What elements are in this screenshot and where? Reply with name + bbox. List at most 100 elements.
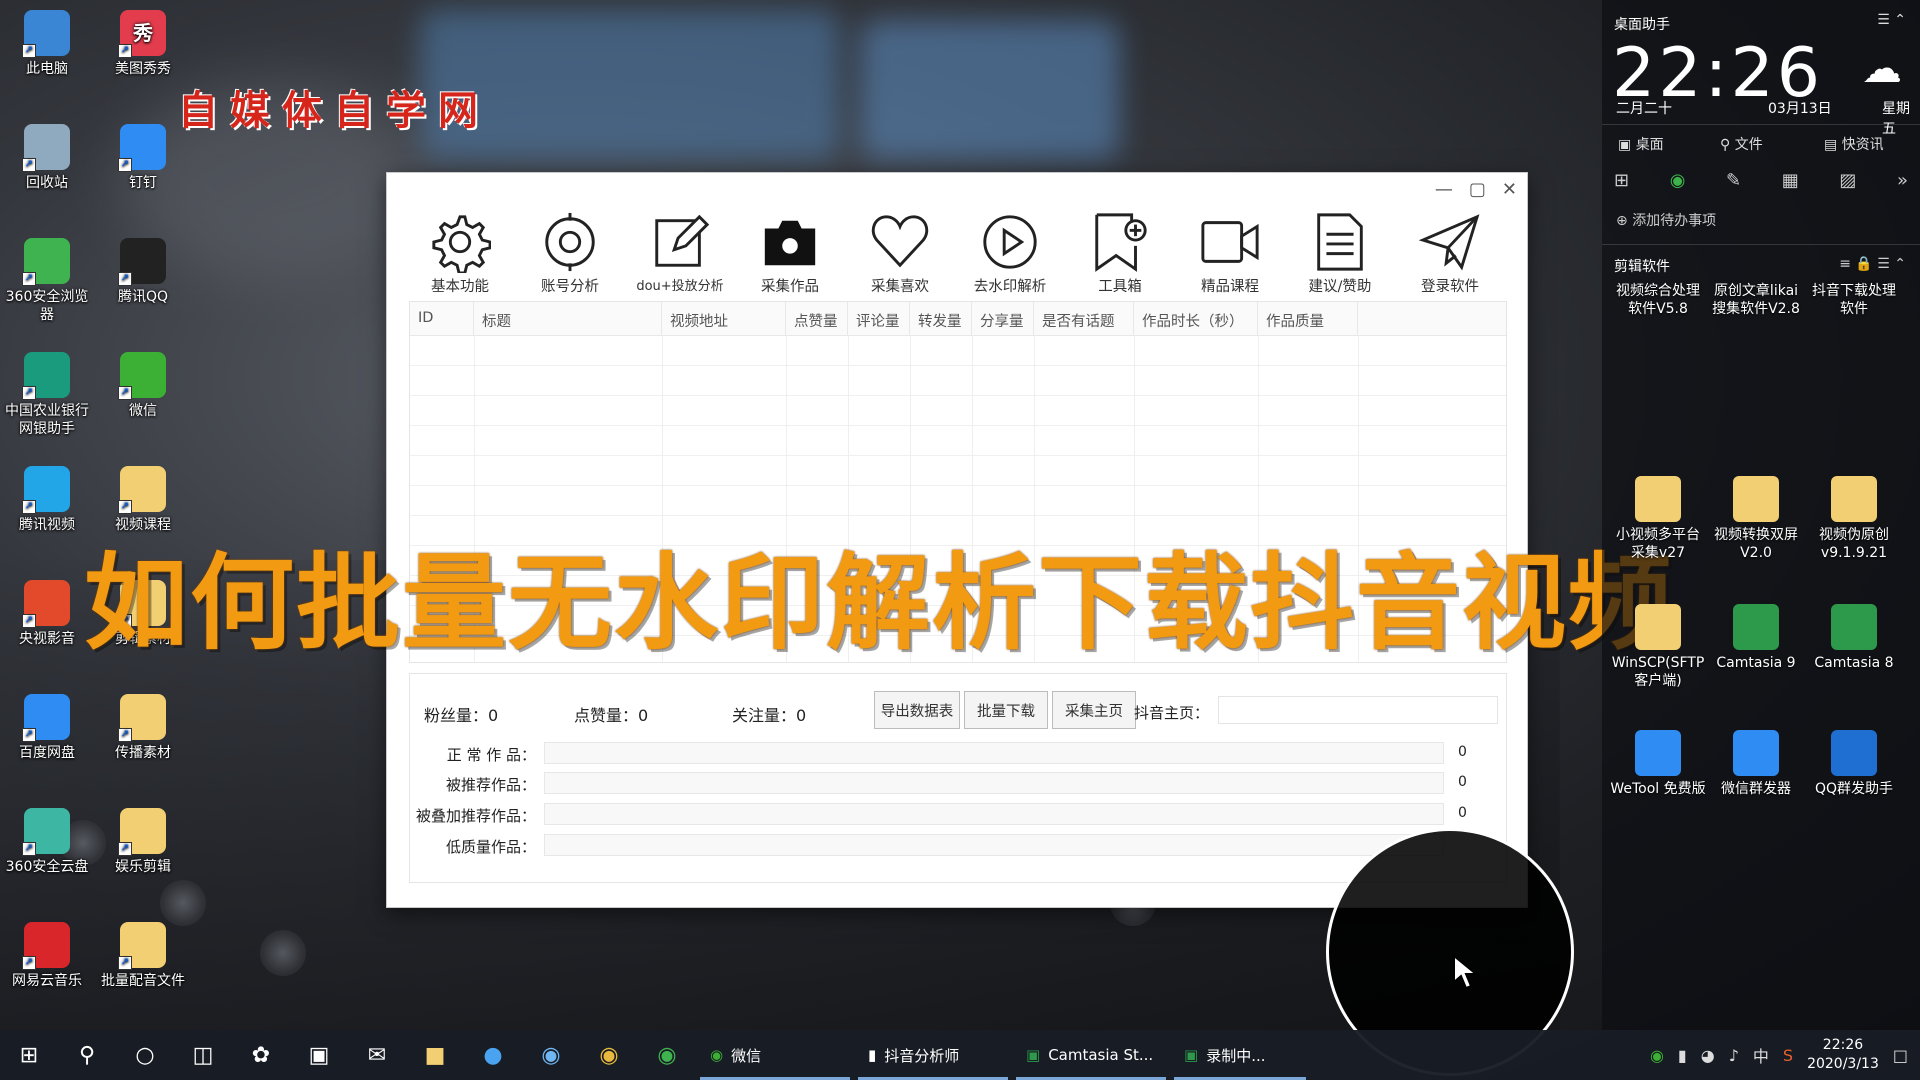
panel-app-11[interactable]: 微信群发器 — [1708, 730, 1804, 798]
col-has-topic[interactable]: 是否有话题 — [1034, 302, 1134, 335]
note-icon[interactable]: ✎ — [1726, 170, 1741, 191]
desktop-icon-8[interactable]: ↗ 微信 — [98, 352, 188, 420]
panel-app-6[interactable]: 视频伪原创v9.1.9.21 — [1806, 476, 1902, 562]
stacked-recommended-bar — [544, 803, 1444, 825]
tray-app-icon[interactable]: ◉ — [1650, 1046, 1664, 1065]
panel-app-3[interactable]: 抖音下载处理软件 — [1806, 282, 1902, 318]
export-table-button[interactable]: 导出数据表 — [874, 691, 960, 729]
col-duration[interactable]: 作品时长（秒） — [1134, 302, 1258, 335]
task-view-icon[interactable]: ◫ — [174, 1030, 232, 1080]
chrome-icon[interactable]: ◉ — [580, 1030, 638, 1080]
add-todo[interactable]: ⊕ 添加待办事项 — [1616, 210, 1716, 230]
desktop-icon-7[interactable]: ↗ 中国农业银行网银助手 — [2, 352, 92, 438]
col-shares[interactable]: 分享量 — [972, 302, 1034, 335]
desktop-icon-13[interactable]: ↗ 百度网盘 — [2, 694, 92, 762]
recommended-works-value: 0 — [1458, 774, 1467, 790]
panel-menu-icon[interactable]: ☰ ⌃ — [1877, 12, 1906, 28]
tool-collect-works[interactable]: 采集作品 — [735, 209, 845, 297]
desktop-icon-6[interactable]: ↗ 腾讯QQ — [98, 238, 188, 306]
col-video-url[interactable]: 视频地址 — [662, 302, 786, 335]
quick-news[interactable]: ▤ 快资讯 — [1824, 134, 1884, 154]
desktop-icon-18[interactable]: ↗ 批量配音文件 — [98, 922, 188, 990]
sogou-icon[interactable]: S — [1783, 1046, 1793, 1065]
tool-collect-likes[interactable]: 采集喜欢 — [845, 209, 955, 297]
tool-login-software[interactable]: 登录软件 — [1395, 209, 1505, 297]
taskbar-recording[interactable]: ▣ 录制中... — [1170, 1030, 1310, 1080]
tool-remove-watermark[interactable]: 去水印解析 — [955, 209, 1065, 297]
battery-icon[interactable]: ▮ — [1678, 1046, 1687, 1065]
panel-app-2[interactable]: 原创文章likai搜集软件V2.8 — [1708, 282, 1804, 318]
tool-premium-courses[interactable]: 精品课程 — [1175, 209, 1285, 297]
panel-app-5[interactable]: 视频转换双屏V2.0 — [1708, 476, 1804, 562]
panel-app-12[interactable]: QQ群发助手 — [1806, 730, 1902, 798]
col-quality[interactable]: 作品质量 — [1258, 302, 1358, 335]
ime-icon[interactable]: 中 — [1753, 1043, 1769, 1067]
panel-app-1[interactable]: 视频综合处理软件V5.8 — [1610, 282, 1706, 318]
tool-suggest-sponsor[interactable]: 建议/赞助 — [1285, 209, 1395, 297]
quick-desktop[interactable]: ▣ 桌面 — [1618, 134, 1664, 154]
document-icon — [1317, 213, 1363, 271]
app-icon[interactable]: ✿ — [232, 1030, 290, 1080]
mail-icon[interactable]: ✉ — [348, 1030, 406, 1080]
section-controls[interactable]: ≡ 🔒 ☰ ⌃ — [1839, 256, 1906, 272]
windows-start-icon[interactable]: ⊞ — [0, 1030, 58, 1080]
cortana-icon[interactable]: ○ — [116, 1030, 174, 1080]
desktop-icon-17[interactable]: ↗ 网易云音乐 — [2, 922, 92, 990]
notification-icon[interactable]: □ — [1893, 1046, 1908, 1065]
baidu-netdisk-icon: ↗ — [22, 694, 70, 742]
desktop-icon-2[interactable]: 秀 ↗ 美图秀秀 — [98, 10, 188, 78]
collect-homepage-button[interactable]: 采集主页 — [1052, 691, 1136, 729]
desktop-icon-9[interactable]: ↗ 腾讯视频 — [2, 466, 92, 534]
qq-icon: ↗ — [118, 238, 166, 286]
col-title[interactable]: 标题 — [474, 302, 662, 335]
tool-dou-analysis[interactable]: dou+投放分析 — [625, 209, 735, 297]
panel-app-10[interactable]: WeTool 免费版 — [1610, 730, 1706, 798]
col-likes[interactable]: 点赞量 — [786, 302, 848, 335]
col-forwards[interactable]: 转发量 — [910, 302, 972, 335]
minimize-icon[interactable]: — — [1435, 179, 1453, 200]
panel-app-7[interactable]: WinSCP(SFTP客户端) — [1610, 604, 1706, 690]
close-icon[interactable]: ✕ — [1502, 179, 1517, 200]
panel-app-9[interactable]: Camtasia 8 — [1806, 604, 1902, 672]
col-comments[interactable]: 评论量 — [848, 302, 910, 335]
volume-icon[interactable]: ♪ — [1729, 1046, 1739, 1065]
desktop-icon-3[interactable]: ↗ 回收站 — [2, 124, 92, 192]
browser-icon[interactable]: ● — [464, 1030, 522, 1080]
store-icon[interactable]: ▣ — [290, 1030, 348, 1080]
calculator-icon[interactable]: ▦ — [1782, 170, 1799, 191]
network-icon[interactable]: ◕ — [1701, 1046, 1715, 1065]
desktop-icon-5[interactable]: ↗ 360安全浏览器 — [2, 238, 92, 324]
panel-app-8[interactable]: Camtasia 9 — [1708, 604, 1804, 672]
window-controls: — ▢ ✕ — [1435, 179, 1517, 200]
taskbar-camtasia[interactable]: ▣ Camtasia St... — [1012, 1030, 1170, 1080]
desktop-icon-15[interactable]: ↗ 360安全云盘 — [2, 808, 92, 876]
taskbar-wechat[interactable]: ◉ 微信 — [696, 1030, 854, 1080]
tool-basic-functions[interactable]: 基本功能 — [405, 209, 515, 297]
desktop-icon-1[interactable]: ↗ 此电脑 — [2, 10, 92, 78]
send-icon — [1419, 214, 1480, 271]
desktop-icon-4[interactable]: ↗ 钉钉 — [98, 124, 188, 192]
image-icon[interactable]: ▨ — [1839, 170, 1856, 191]
taskbar-douyin-analyzer[interactable]: ▮ 抖音分析师 — [854, 1030, 1012, 1080]
panel-app-4[interactable]: 小视频多平台采集v27 — [1610, 476, 1706, 562]
taskbar-clock[interactable]: 22:26 2020/3/13 — [1807, 1036, 1879, 1074]
batch-download-button[interactable]: 批量下载 — [964, 691, 1048, 729]
desktop-icon-11[interactable]: ↗ 央视影音 — [2, 580, 92, 648]
maximize-icon[interactable]: ▢ — [1469, 179, 1486, 200]
homepage-url-input[interactable] — [1218, 696, 1498, 724]
desktop-icon-16[interactable]: ↗ 娱乐剪辑 — [98, 808, 188, 876]
tool-toolbox[interactable]: 工具箱 — [1065, 209, 1175, 297]
explorer-icon[interactable]: ■ — [406, 1030, 464, 1080]
more-icon[interactable]: » — [1897, 170, 1908, 191]
desktop-icon-label: 百度网盘 — [19, 745, 75, 761]
col-id[interactable]: ID — [410, 302, 474, 335]
360-browser-icon[interactable]: ◉ — [638, 1030, 696, 1080]
desktop-icon-14[interactable]: ↗ 传播素材 — [98, 694, 188, 762]
dingtalk-icon: ↗ — [118, 124, 166, 172]
quick-files[interactable]: ⚲ 文件 — [1720, 134, 1763, 154]
search-icon[interactable]: ⚲ — [58, 1030, 116, 1080]
eye-icon[interactable]: ◉ — [1670, 170, 1686, 191]
globe-icon[interactable]: ◉ — [522, 1030, 580, 1080]
crop-icon[interactable]: ⊞ — [1614, 170, 1629, 191]
tool-account-analysis[interactable]: 账号分析 — [515, 209, 625, 297]
